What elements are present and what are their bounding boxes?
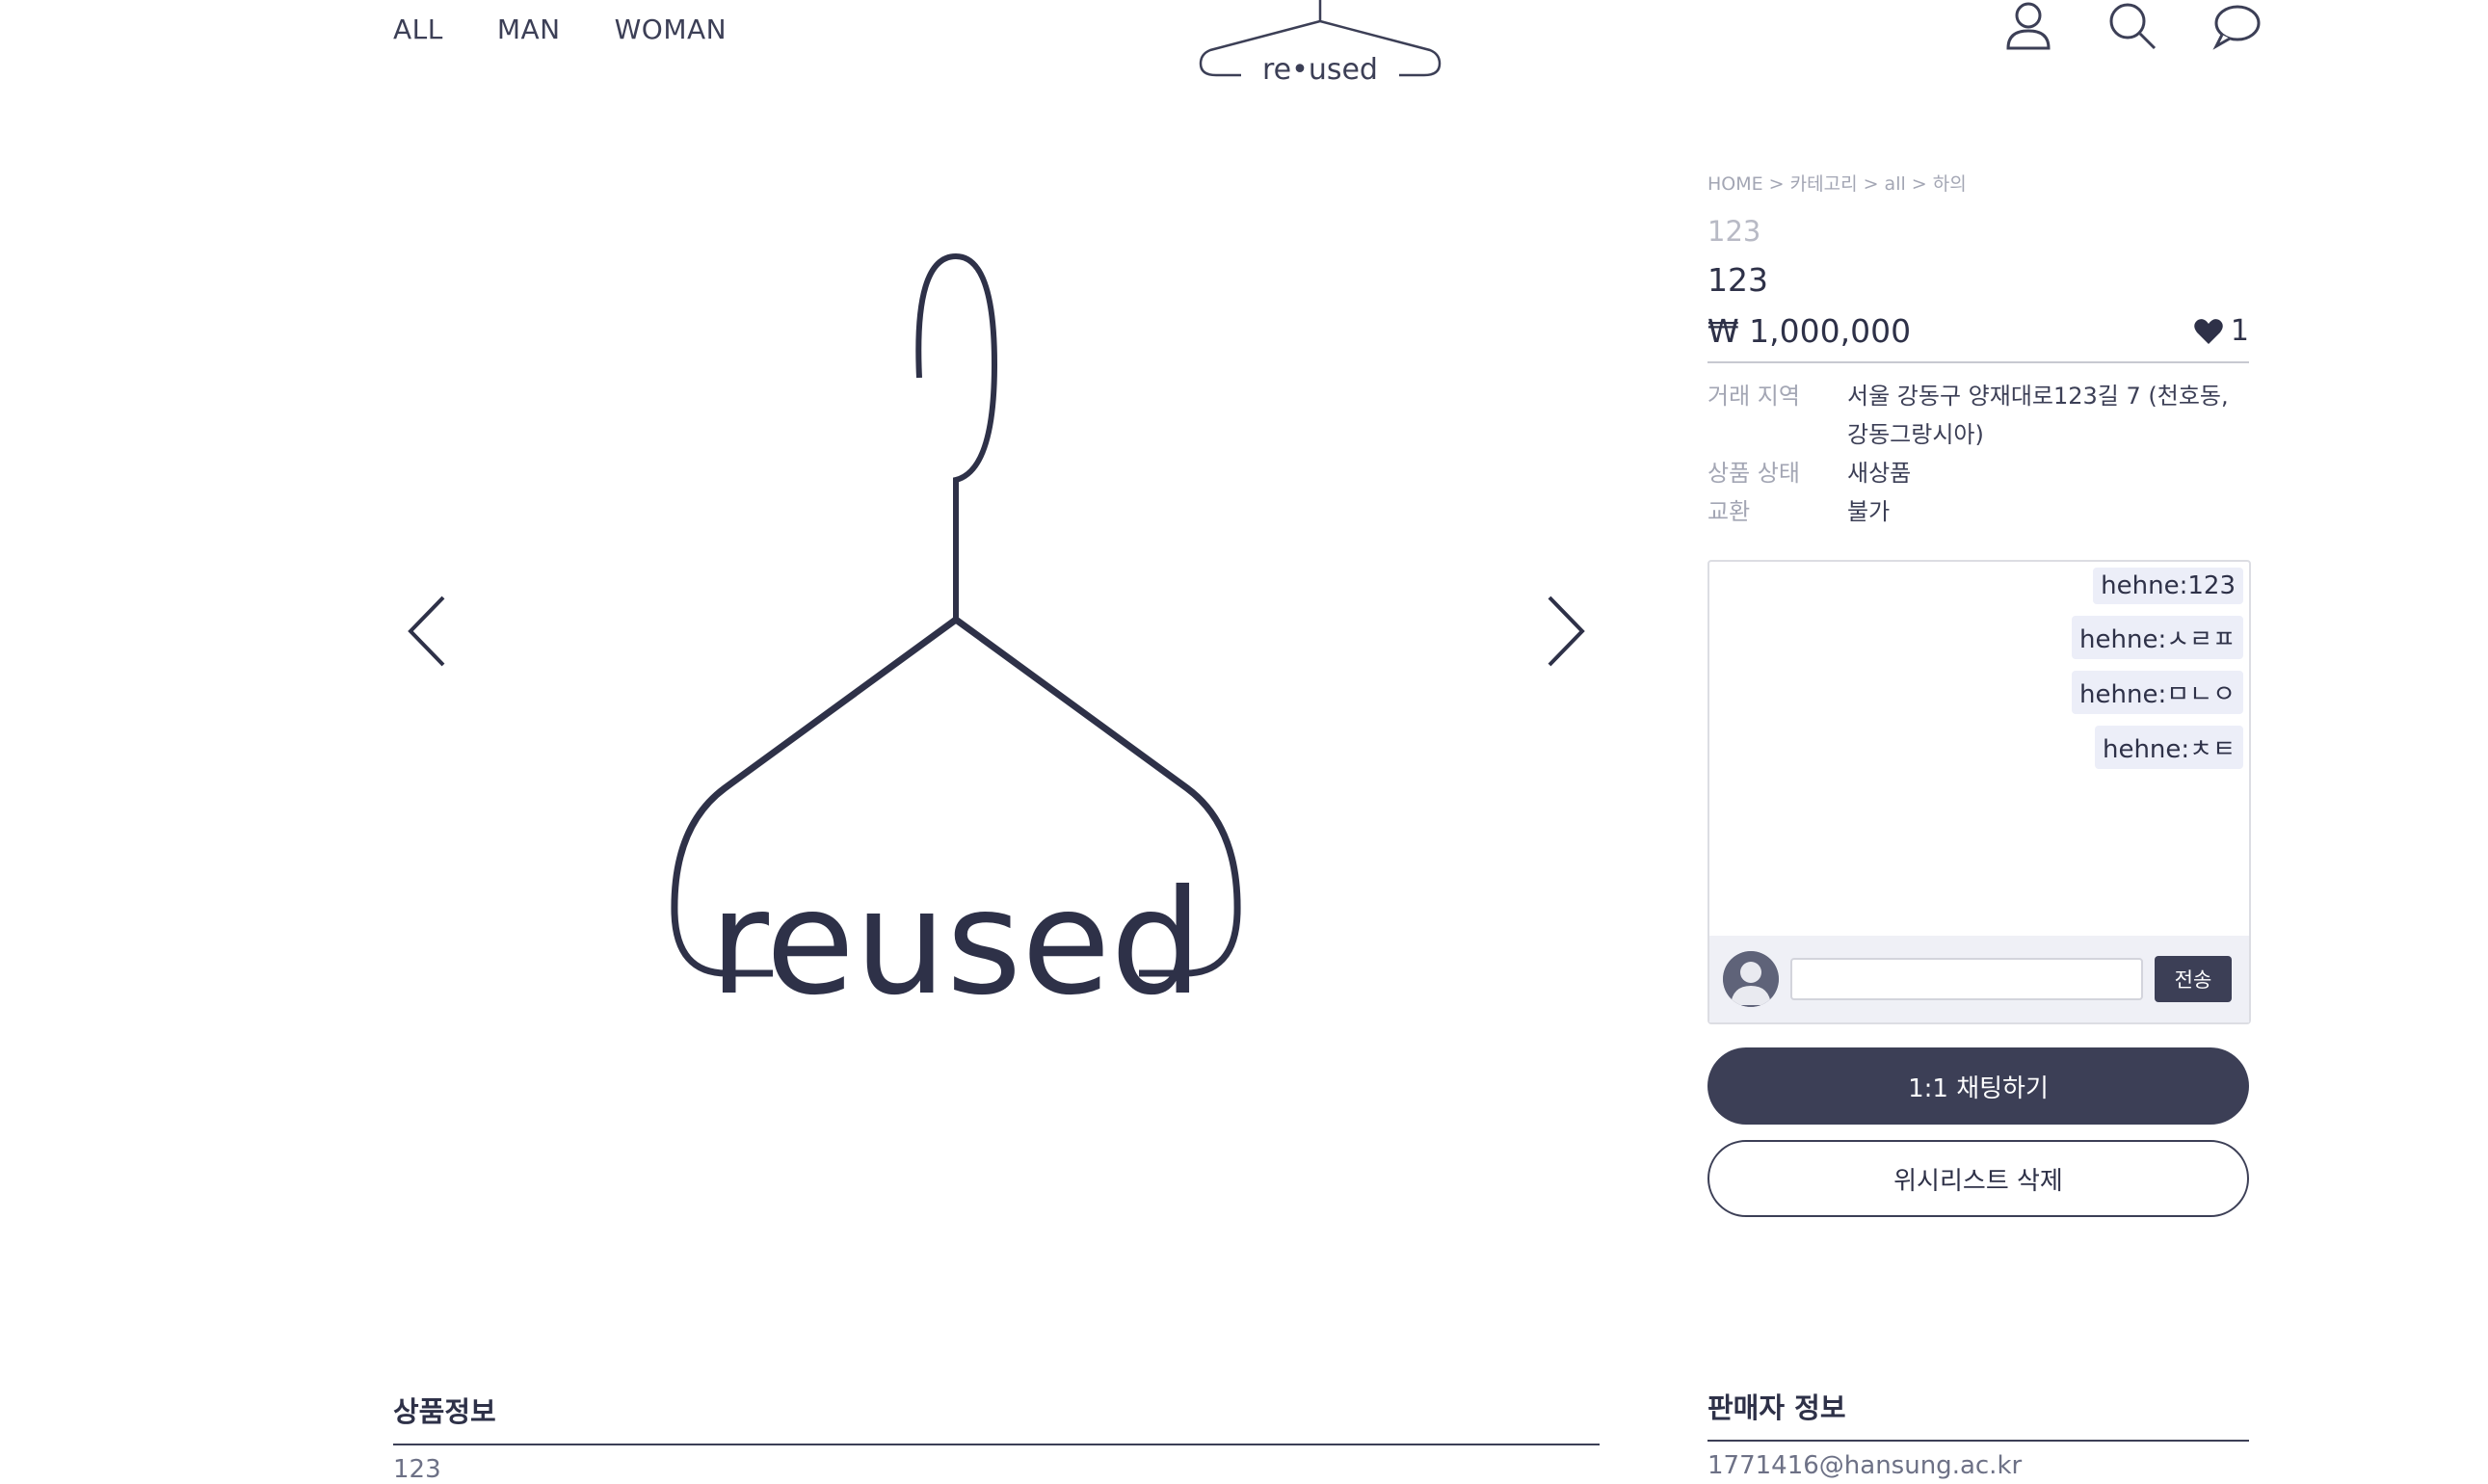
product-title: 123: [1707, 261, 1768, 299]
chat-message: hehne:ㅁㄴㅇ: [2072, 671, 2243, 714]
info-row-location: 거래 지역 서울 강동구 양재대로123길 7 (천호동, 강동그랑시아): [1707, 377, 2249, 454]
search-icon[interactable]: [2106, 0, 2158, 52]
product-image: reused: [667, 249, 1255, 1027]
breadcrumb[interactable]: HOME > 카테고리 > all > 하의: [1707, 170, 2249, 196]
seller-info-heading: 판매자 정보: [1707, 1386, 2249, 1442]
top-nav: ALL MAN WOMAN: [393, 13, 727, 45]
chat-input-bar: 전송: [1709, 936, 2249, 1022]
prev-image-arrow[interactable]: [403, 588, 451, 675]
product-price: ₩ 1,000,000: [1707, 312, 1912, 350]
one-on-one-chat-button[interactable]: 1:1 채팅하기: [1707, 1047, 2249, 1125]
seller-email: 1771416@hansung.ac.kr: [1707, 1451, 2023, 1480]
info-row-exchange: 교환 불가: [1707, 492, 2249, 531]
price-row: ₩ 1,000,000 1: [1707, 312, 2249, 363]
nav-man[interactable]: MAN: [497, 13, 561, 45]
like-count[interactable]: 1: [2194, 314, 2249, 348]
info-row-condition: 상품 상태 새상품: [1707, 454, 2249, 492]
user-icon[interactable]: [2002, 0, 2054, 52]
nav-all[interactable]: ALL: [393, 13, 443, 45]
chat-message: hehne:ㅊㅌ: [2094, 726, 2243, 769]
send-button[interactable]: 전송: [2155, 956, 2232, 1002]
chat-message: hehne:123: [2093, 568, 2243, 604]
product-info-section: 상품정보 123: [393, 1390, 1600, 1484]
info-label: 상품 상태: [1707, 460, 1800, 487]
avatar: [1723, 951, 1779, 1007]
chat-message-list[interactable]: hehne:123 hehne:ㅅㄹㅍ hehne:ㅁㄴㅇ hehne:ㅊㅌ: [2072, 568, 2243, 769]
product-info-list: 거래 지역 서울 강동구 양재대로123길 7 (천호동, 강동그랑시아) 상품…: [1707, 377, 2249, 531]
chat-bubble-icon[interactable]: [2210, 0, 2263, 52]
product-detail-panel: HOME > 카테고리 > all > 하의 123 123 ₩ 1,000,0…: [1707, 170, 2251, 1217]
svg-text:re•used: re•used: [1262, 53, 1378, 87]
info-label: 교환: [1707, 498, 1751, 525]
info-value: 서울 강동구 양재대로123길 7 (천호동, 강동그랑시아): [1847, 383, 2229, 448]
heart-icon[interactable]: [2194, 318, 2223, 345]
seller-info-section: 판매자 정보 1771416@hansung.ac.kr: [1707, 1386, 2249, 1480]
info-value: 새상품: [1847, 460, 1912, 487]
info-value: 불가: [1847, 498, 1891, 525]
like-count-value: 1: [2230, 314, 2249, 348]
chat-message-input[interactable]: [1790, 958, 2143, 1000]
next-image-arrow[interactable]: [1542, 588, 1590, 675]
product-info-body: 123: [393, 1455, 441, 1484]
info-label: 거래 지역: [1707, 383, 1800, 410]
product-info-heading: 상품정보: [393, 1390, 1600, 1445]
product-subtitle: 123: [1707, 215, 1761, 248]
chat-message: hehne:ㅅㄹㅍ: [2072, 616, 2243, 659]
product-image-wordmark: reused: [709, 860, 1202, 1010]
chat-box: hehne:123 hehne:ㅅㄹㅍ hehne:ㅁㄴㅇ hehne:ㅊㅌ 전…: [1707, 560, 2251, 1024]
remove-wishlist-button[interactable]: 위시리스트 삭제: [1707, 1140, 2249, 1217]
brand-logo[interactable]: re•used: [1195, 0, 1445, 87]
nav-woman[interactable]: WOMAN: [615, 13, 727, 45]
